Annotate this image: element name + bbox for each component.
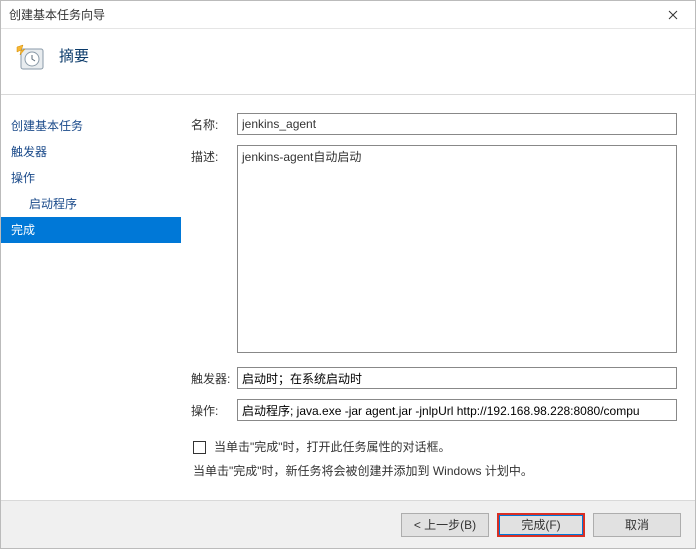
open-properties-label: 当单击"完成"时，打开此任务属性的对话框。 [212,437,451,457]
sidebar-item-action[interactable]: 操作 [1,165,181,191]
wizard-header: 摘要 [1,29,695,95]
trigger-field [237,367,677,389]
finish-button[interactable]: 完成(F) [497,513,585,537]
sidebar-item-start-program[interactable]: 启动程序 [1,191,181,217]
page-title: 摘要 [59,41,89,66]
close-button[interactable] [650,1,695,29]
wizard-footer: < 上一步(B) 完成(F) 取消 [1,500,695,548]
name-field[interactable] [237,113,677,135]
name-label: 名称: [191,113,237,133]
content-panel: 名称: 描述: jenkins-agent自动启动 触发器: 操作: 当单击"完… [181,95,695,500]
description-field[interactable]: jenkins-agent自动启动 [237,145,677,353]
wizard-body: 创建基本任务 触发器 操作 启动程序 完成 名称: 描述: jenkins-ag… [1,95,695,500]
action-label: 操作: [191,399,237,419]
back-button[interactable]: < 上一步(B) [401,513,489,537]
cancel-button[interactable]: 取消 [593,513,681,537]
task-clock-icon [15,41,45,71]
finish-info-text: 当单击"完成"时，新任务将会被创建并添加到 Windows 计划中。 [191,461,677,481]
open-properties-checkbox[interactable] [193,441,206,454]
trigger-label: 触发器: [191,367,237,387]
wizard-window: 创建基本任务向导 摘要 创建基本任务 触发器 操作 启动程序 完成 名称: [0,0,696,549]
description-label: 描述: [191,145,237,165]
titlebar: 创建基本任务向导 [1,1,695,29]
action-field [237,399,677,421]
sidebar: 创建基本任务 触发器 操作 启动程序 完成 [1,95,181,500]
sidebar-item-trigger[interactable]: 触发器 [1,139,181,165]
close-icon [668,10,678,20]
window-title: 创建基本任务向导 [9,6,105,23]
sidebar-item-finish[interactable]: 完成 [1,217,181,243]
sidebar-item-create-task[interactable]: 创建基本任务 [1,113,181,139]
